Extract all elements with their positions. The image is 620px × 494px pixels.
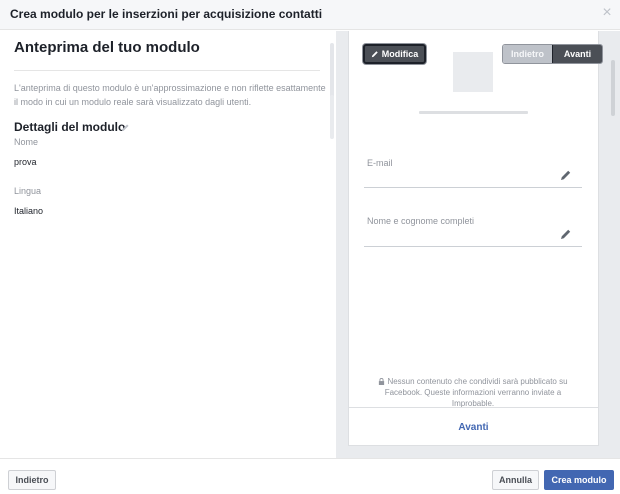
- email-field[interactable]: [364, 187, 582, 188]
- email-field-label: E-mail: [367, 158, 393, 168]
- lock-icon: [379, 378, 385, 385]
- form-details-title: Dettagli del modulo: [14, 120, 126, 134]
- form-details-panel: Anteprima del tuo modulo L'anteprima di …: [0, 31, 336, 458]
- name-label: Nome: [14, 137, 39, 147]
- dialog-footer: Indietro Annulla Crea modulo: [0, 458, 620, 494]
- back-button[interactable]: Indietro: [8, 470, 56, 490]
- cancel-button[interactable]: Annulla: [492, 470, 539, 490]
- pencil-icon[interactable]: [121, 123, 130, 132]
- preview-next-button[interactable]: Avanti: [552, 45, 602, 63]
- pencil-icon: [371, 51, 378, 58]
- edit-button-label: Modifica: [381, 49, 419, 59]
- full-name-field[interactable]: [364, 246, 582, 247]
- dialog-header: Crea modulo per le inserzioni per acquis…: [0, 0, 620, 30]
- full-name-field-label: Nome e cognome completi: [367, 216, 475, 226]
- divider: [14, 70, 320, 71]
- scrollbar-track: [330, 95, 334, 139]
- close-icon[interactable]: ×: [600, 5, 614, 21]
- form-next-button[interactable]: Avanti: [349, 408, 598, 446]
- page-image-placeholder: [453, 52, 493, 92]
- create-form-button[interactable]: Crea modulo: [544, 470, 614, 490]
- pencil-icon[interactable]: [560, 169, 572, 181]
- pencil-icon[interactable]: [560, 228, 572, 240]
- preview-disclaimer: L'anteprima di questo modulo è un'appros…: [14, 83, 326, 107]
- privacy-notice: Nessun contenuto che condividi sarà pubb…: [366, 376, 580, 409]
- page-name-placeholder: [419, 111, 528, 114]
- preview-back-button[interactable]: Indietro: [503, 45, 552, 63]
- edit-button[interactable]: Modifica: [363, 44, 426, 64]
- language-label: Lingua: [14, 186, 42, 196]
- preview-title: Anteprima del tuo modulo: [14, 39, 200, 56]
- language-value: Italiano: [14, 206, 44, 216]
- name-value: prova: [14, 157, 37, 167]
- preview-scrollbar[interactable]: [611, 60, 615, 116]
- privacy-text: Nessun contenuto che condividi sarà pubb…: [384, 377, 568, 408]
- dialog-title: Crea modulo per le inserzioni per acquis…: [10, 7, 323, 21]
- preview-navigation: Indietro Avanti: [502, 44, 603, 64]
